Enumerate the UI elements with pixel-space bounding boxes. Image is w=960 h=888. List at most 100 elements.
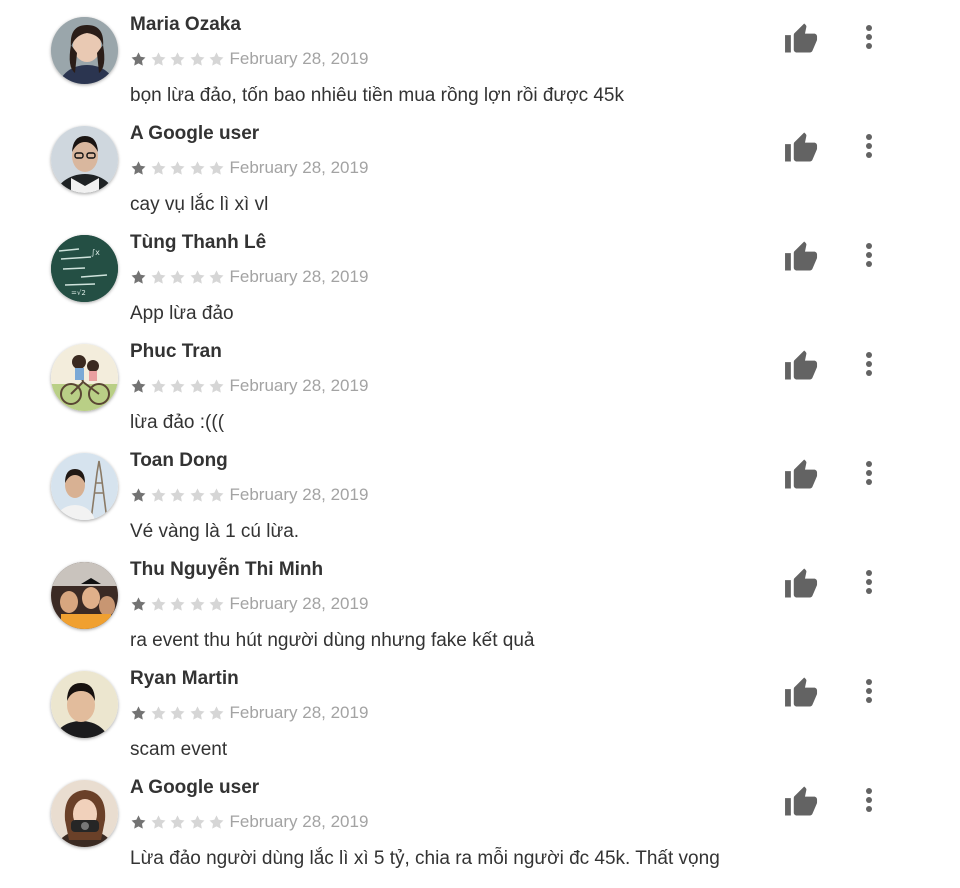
star-rating bbox=[130, 160, 228, 176]
review-meta: February 28, 2019 bbox=[130, 593, 368, 615]
avatar[interactable] bbox=[51, 780, 118, 847]
review-meta: February 28, 2019 bbox=[130, 484, 368, 506]
more-vert-icon[interactable] bbox=[859, 351, 879, 377]
review-card: Toan Dong February 28, 2019 Vé vàng là 1… bbox=[0, 436, 960, 545]
star-filled-icon bbox=[131, 488, 146, 502]
star-empty-icon bbox=[209, 815, 224, 829]
review-meta: February 28, 2019 bbox=[130, 266, 368, 288]
thumbs-up-icon[interactable] bbox=[785, 131, 820, 163]
star-filled-icon bbox=[131, 706, 146, 720]
review-text: Vé vàng là 1 cú lừa. bbox=[130, 521, 300, 542]
star-empty-icon bbox=[151, 52, 165, 66]
avatar[interactable] bbox=[51, 671, 118, 738]
star-empty-icon bbox=[209, 597, 224, 611]
review-author: Maria Ozaka bbox=[130, 14, 241, 35]
star-rating bbox=[130, 487, 228, 503]
star-empty-icon bbox=[190, 815, 204, 829]
review-meta: February 28, 2019 bbox=[130, 157, 368, 179]
star-empty-icon bbox=[170, 52, 185, 66]
thumbs-up-icon[interactable] bbox=[785, 22, 820, 54]
more-vert-icon[interactable] bbox=[859, 242, 879, 268]
review-text: App lừa đảo bbox=[130, 303, 234, 324]
star-empty-icon bbox=[209, 52, 224, 66]
star-empty-icon bbox=[190, 52, 204, 66]
review-meta: February 28, 2019 bbox=[130, 48, 368, 70]
star-filled-icon bbox=[131, 52, 146, 66]
star-empty-icon bbox=[190, 379, 204, 393]
svg-text:=√2: =√2 bbox=[71, 289, 86, 297]
more-vert-icon[interactable] bbox=[859, 787, 879, 813]
thumbs-up-icon[interactable] bbox=[785, 240, 820, 272]
star-empty-icon bbox=[209, 161, 224, 175]
thumbs-up-icon[interactable] bbox=[785, 567, 820, 599]
avatar[interactable]: ∫x =√2 bbox=[51, 235, 118, 302]
star-rating bbox=[130, 51, 228, 67]
star-filled-icon bbox=[131, 815, 146, 829]
avatar[interactable] bbox=[51, 126, 118, 193]
review-text: bọn lừa đảo, tốn bao nhiêu tiền mua rồng… bbox=[130, 85, 624, 106]
thumbs-up-icon[interactable] bbox=[785, 349, 820, 381]
review-author: Ryan Martin bbox=[130, 668, 239, 689]
review-text: cay vụ lắc lì xì vl bbox=[130, 194, 269, 215]
star-empty-icon bbox=[170, 488, 185, 502]
more-vert-icon[interactable] bbox=[859, 569, 879, 595]
star-empty-icon bbox=[170, 597, 185, 611]
star-filled-icon bbox=[131, 161, 146, 175]
more-vert-icon[interactable] bbox=[859, 678, 879, 704]
star-empty-icon bbox=[151, 597, 165, 611]
review-card: Ryan Martin February 28, 2019 scam event bbox=[0, 654, 960, 763]
review-date: February 28, 2019 bbox=[229, 49, 369, 68]
star-filled-icon bbox=[131, 379, 146, 393]
star-empty-icon bbox=[151, 161, 165, 175]
avatar[interactable] bbox=[51, 562, 118, 629]
review-meta: February 28, 2019 bbox=[130, 702, 368, 724]
star-rating bbox=[130, 705, 228, 721]
review-meta: February 28, 2019 bbox=[130, 375, 368, 397]
star-empty-icon bbox=[190, 161, 204, 175]
star-empty-icon bbox=[151, 815, 165, 829]
star-empty-icon bbox=[190, 706, 204, 720]
star-empty-icon bbox=[209, 488, 224, 502]
star-empty-icon bbox=[151, 706, 165, 720]
svg-text:∫x: ∫x bbox=[91, 248, 100, 257]
review-text: scam event bbox=[130, 739, 228, 760]
review-text: Lừa đảo người dùng lắc lì xì 5 tỷ, chia … bbox=[130, 848, 720, 869]
star-rating bbox=[130, 596, 228, 612]
review-card: Thu Nguyễn Thi Minh February 28, 2019 ra… bbox=[0, 545, 960, 654]
review-date: February 28, 2019 bbox=[229, 267, 369, 286]
avatar[interactable] bbox=[51, 344, 118, 411]
more-vert-icon[interactable] bbox=[859, 460, 879, 486]
review-card: Maria Ozaka February 28, 2019 bọn lừa đả… bbox=[0, 0, 960, 109]
star-empty-icon bbox=[170, 379, 185, 393]
avatar[interactable] bbox=[51, 17, 118, 84]
more-vert-icon[interactable] bbox=[859, 24, 879, 50]
avatar[interactable] bbox=[51, 453, 118, 520]
more-vert-icon[interactable] bbox=[859, 133, 879, 159]
star-empty-icon bbox=[209, 270, 224, 284]
review-author: Tùng Thanh Lê bbox=[130, 232, 267, 253]
review-date: February 28, 2019 bbox=[229, 812, 369, 831]
star-empty-icon bbox=[190, 270, 204, 284]
star-rating bbox=[130, 269, 228, 285]
star-filled-icon bbox=[131, 597, 146, 611]
star-empty-icon bbox=[170, 270, 185, 284]
star-empty-icon bbox=[170, 815, 185, 829]
thumbs-up-icon[interactable] bbox=[785, 458, 820, 490]
star-empty-icon bbox=[170, 161, 185, 175]
review-author: Thu Nguyễn Thi Minh bbox=[130, 559, 324, 580]
review-meta: February 28, 2019 bbox=[130, 811, 368, 833]
star-empty-icon bbox=[151, 488, 165, 502]
review-card: A Google user February 28, 2019 Lừa đảo … bbox=[0, 763, 960, 872]
review-author: A Google user bbox=[130, 123, 260, 144]
review-date: February 28, 2019 bbox=[229, 158, 369, 177]
thumbs-up-icon[interactable] bbox=[785, 785, 820, 817]
star-empty-icon bbox=[151, 270, 165, 284]
review-author: Phuc Tran bbox=[130, 341, 222, 362]
review-date: February 28, 2019 bbox=[229, 594, 369, 613]
star-empty-icon bbox=[151, 379, 165, 393]
thumbs-up-icon[interactable] bbox=[785, 676, 820, 708]
star-filled-icon bbox=[131, 270, 146, 284]
review-author: A Google user bbox=[130, 777, 260, 798]
star-empty-icon bbox=[209, 706, 224, 720]
review-card: A Google user February 28, 2019 cay vụ l… bbox=[0, 109, 960, 218]
